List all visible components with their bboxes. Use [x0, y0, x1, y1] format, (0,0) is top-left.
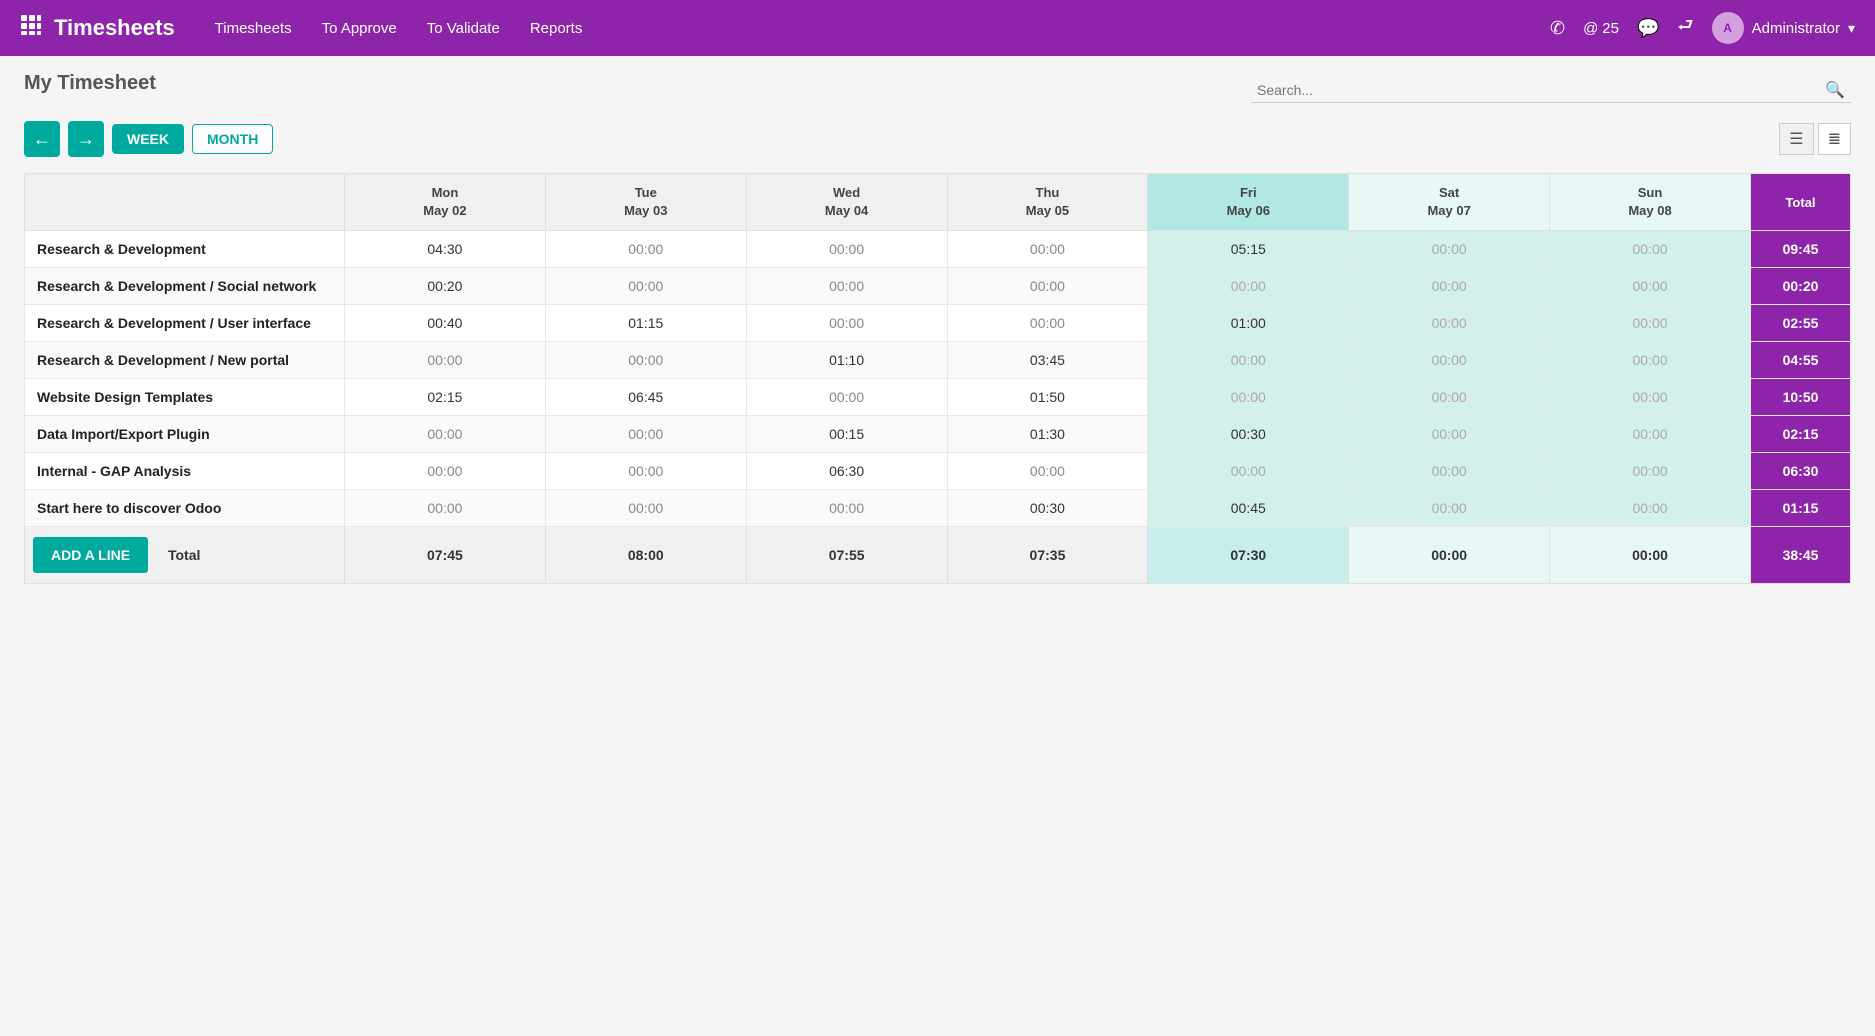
header-wed: WedMay 04 [746, 174, 947, 231]
footer-tue: 08:00 [545, 527, 746, 584]
list-view-button[interactable]: ☰ [1779, 123, 1813, 155]
table-row: Data Import/Export Plugin00:0000:0000:15… [25, 416, 1851, 453]
table-row: Start here to discover Odoo00:0000:0000:… [25, 490, 1851, 527]
header-tue: TueMay 03 [545, 174, 746, 231]
login-icon[interactable]: ⮐ [1677, 13, 1693, 43]
footer-row: ADD A LINE Total 07:45 08:00 07:55 07:35… [25, 527, 1851, 584]
week-button[interactable]: WEEK [112, 124, 184, 154]
nav-to-validate[interactable]: To Validate [427, 20, 500, 37]
footer-thu: 07:35 [947, 527, 1148, 584]
footer-wed: 07:55 [746, 527, 947, 584]
nav-to-approve[interactable]: To Approve [322, 20, 397, 37]
next-button[interactable]: → [68, 121, 104, 157]
footer-add-btn-cell: ADD A LINE Total [25, 527, 345, 584]
header-sat: SatMay 07 [1349, 174, 1550, 231]
notification-badge[interactable]: @ 25 [1583, 20, 1619, 37]
header-fri: FriMay 06 [1148, 174, 1349, 231]
grid-view-button[interactable]: ≣ [1818, 123, 1851, 155]
app-title: Timesheets [54, 15, 175, 41]
nav-links: Timesheets To Approve To Validate Report… [215, 20, 1550, 37]
footer-total-label: Total [168, 547, 200, 563]
table-header-row: MonMay 02 TueMay 03 WedMay 04 ThuMay 05 … [25, 174, 1851, 231]
month-button[interactable]: MONTH [192, 124, 273, 154]
header-empty [25, 174, 345, 231]
header-total: Total [1751, 174, 1851, 231]
table-row: Research & Development / New portal00:00… [25, 342, 1851, 379]
user-menu[interactable]: A Administrator ▾ [1712, 12, 1855, 44]
avatar: A [1712, 12, 1744, 44]
footer-fri: 07:30 [1148, 527, 1349, 584]
table-row: Research & Development / User interface0… [25, 305, 1851, 342]
page-title: My Timesheet [24, 72, 156, 95]
right-icons: ✆ @ 25 💬 ⮐ A Administrator ▾ [1550, 12, 1855, 44]
toolbar: ← → WEEK MONTH ☰ ≣ [24, 121, 1851, 157]
chevron-down-icon: ▾ [1848, 20, 1855, 37]
nav-timesheets[interactable]: Timesheets [215, 20, 292, 37]
top-navigation: ​ Timesheets Timesheets To Approve To Va… [0, 0, 1875, 56]
table-row: Research & Development / Social network0… [25, 268, 1851, 305]
nav-reports[interactable]: Reports [530, 20, 583, 37]
prev-button[interactable]: ← [24, 121, 60, 157]
view-toggle: ☰ ≣ [1779, 123, 1851, 155]
footer-mon: 07:45 [345, 527, 546, 584]
footer-total: 38:45 [1751, 527, 1851, 584]
footer-sun: 00:00 [1550, 527, 1751, 584]
table-row: Internal - GAP Analysis00:0000:0006:3000… [25, 453, 1851, 490]
header-thu: ThuMay 05 [947, 174, 1148, 231]
header-sun: SunMay 08 [1550, 174, 1751, 231]
phone-icon[interactable]: ✆ [1550, 18, 1565, 39]
grid-icon[interactable]: ​ [20, 14, 42, 42]
add-line-button[interactable]: ADD A LINE [33, 537, 148, 573]
header-mon: MonMay 02 [345, 174, 546, 231]
timesheet-table: MonMay 02 TueMay 03 WedMay 04 ThuMay 05 … [24, 173, 1851, 584]
toolbar-left: ← → WEEK MONTH [24, 121, 273, 157]
search-bar: 🔍 [1251, 78, 1851, 103]
search-input[interactable] [1257, 82, 1825, 98]
search-icon[interactable]: 🔍 [1825, 80, 1845, 100]
footer-sat: 00:00 [1349, 527, 1550, 584]
page-content: My Timesheet 🔍 ← → WEEK MONTH ☰ ≣ MonMay… [0, 56, 1875, 600]
table-row: Research & Development04:3000:0000:0000:… [25, 231, 1851, 268]
chat-icon[interactable]: 💬 [1637, 18, 1659, 39]
table-row: Website Design Templates02:1506:4500:000… [25, 379, 1851, 416]
